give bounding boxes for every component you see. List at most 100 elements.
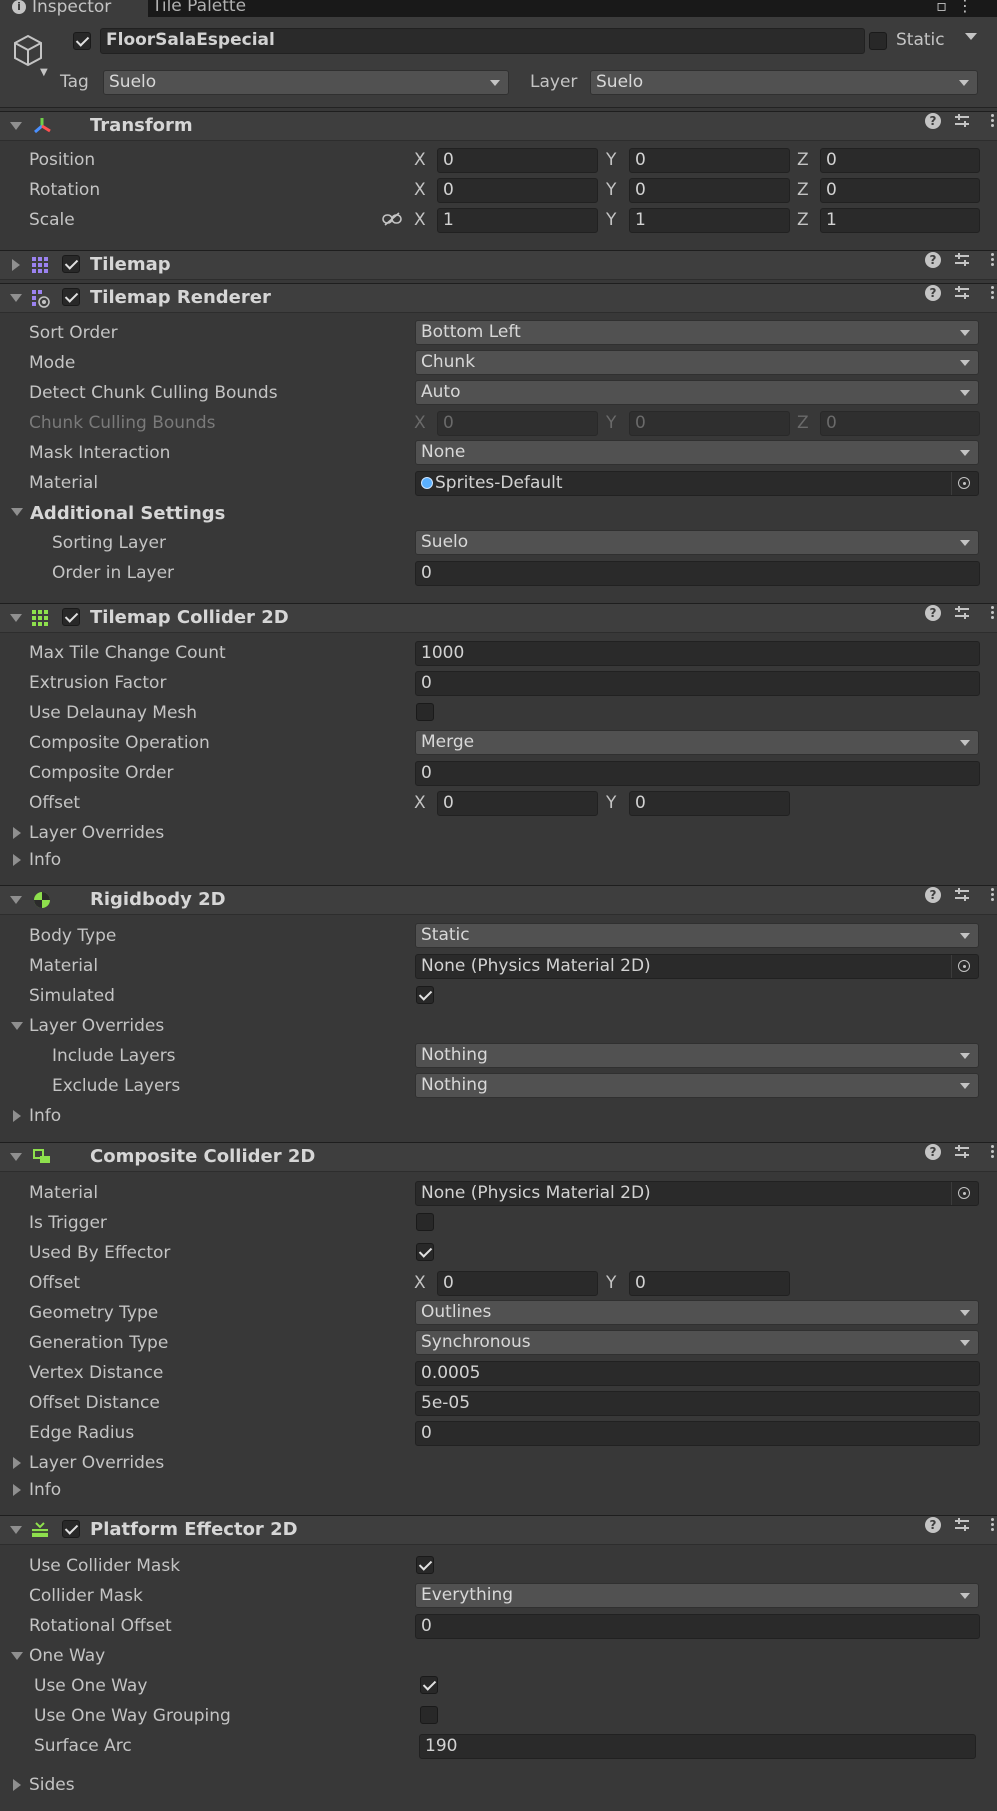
help-icon[interactable]: ? [925,113,941,129]
physics-material-object-field[interactable]: None (Physics Material 2D) [415,954,979,979]
use-collider-mask-checkbox[interactable] [416,1556,434,1574]
icon-dropdown-icon[interactable]: ▼ [40,67,48,78]
mode-dropdown[interactable]: Chunk [415,350,979,375]
help-icon[interactable]: ? [925,1144,941,1160]
geometry-type-dropdown[interactable]: Outlines [415,1300,979,1325]
context-menu-icon[interactable] [989,886,995,904]
include-layers-dropdown[interactable]: Nothing [415,1043,979,1068]
rotation-x-field[interactable]: 0 [437,178,598,203]
scale-y-field[interactable]: 1 [629,208,790,233]
tilemap-header[interactable]: Tilemap ? [0,250,997,280]
context-menu-icon[interactable] [989,1143,995,1161]
context-menu-icon[interactable] [989,1516,995,1534]
rotation-y-field[interactable]: 0 [629,178,790,203]
static-checkbox[interactable] [869,32,887,50]
platform-effector-header[interactable]: Platform Effector 2D ? [0,1515,997,1545]
foldout-arrow-icon[interactable] [13,854,21,866]
rotation-z-field[interactable]: 0 [820,178,980,203]
object-picker-icon[interactable] [951,472,978,495]
detect-chunk-culling-dropdown[interactable]: Auto [415,380,979,405]
use-one-way-checkbox[interactable] [420,1676,438,1694]
foldout-arrow-icon[interactable] [13,827,21,839]
layer-overrides-foldout[interactable]: Layer Overrides [29,1016,164,1036]
sides-foldout[interactable]: Sides [29,1775,75,1795]
layer-overrides-foldout[interactable]: Layer Overrides [29,823,164,843]
context-menu-icon[interactable] [989,284,995,302]
physics-material-object-field[interactable]: None (Physics Material 2D) [415,1181,979,1206]
rotational-offset-field[interactable]: 0 [415,1614,980,1639]
info-foldout[interactable]: Info [29,1480,61,1500]
foldout-arrow-icon[interactable] [10,614,22,622]
generation-type-dropdown[interactable]: Synchronous [415,1330,979,1355]
active-checkbox[interactable] [73,32,91,50]
foldout-arrow-icon[interactable] [13,1484,21,1496]
offset-x-field[interactable]: 0 [437,791,598,816]
foldout-arrow-icon[interactable] [10,1153,22,1161]
foldout-arrow-icon[interactable] [10,896,22,904]
presets-icon[interactable] [953,886,971,904]
foldout-arrow-icon[interactable] [13,1457,21,1469]
foldout-arrow-icon[interactable] [11,1652,23,1660]
foldout-arrow-icon[interactable] [11,508,23,516]
use-delaunay-checkbox[interactable] [416,703,434,721]
help-icon[interactable]: ? [925,887,941,903]
is-trigger-checkbox[interactable] [416,1213,434,1231]
context-menu-icon[interactable] [989,112,995,130]
position-y-field[interactable]: 0 [629,148,790,173]
foldout-arrow-icon[interactable] [13,1110,21,1122]
edge-radius-field[interactable]: 0 [415,1421,980,1446]
offset-y-field[interactable]: 0 [629,791,790,816]
object-picker-icon[interactable] [951,1182,978,1205]
scale-x-field[interactable]: 1 [437,208,598,233]
presets-icon[interactable] [953,1516,971,1534]
tab-inspector[interactable]: i Inspector [0,0,148,17]
foldout-arrow-icon[interactable] [11,1022,23,1030]
help-icon[interactable]: ? [925,1517,941,1533]
used-by-effector-checkbox[interactable] [416,1243,434,1261]
foldout-arrow-icon[interactable] [10,122,22,130]
vertex-distance-field[interactable]: 0.0005 [415,1361,980,1386]
tab-tile-palette[interactable]: Tile Palette [140,0,258,17]
foldout-arrow-icon[interactable] [10,1526,22,1534]
context-menu-icon[interactable] [989,251,995,269]
object-picker-icon[interactable] [951,955,978,978]
tilemap-renderer-header[interactable]: Tilemap Renderer ? [0,283,997,313]
order-in-layer-field[interactable]: 0 [415,561,980,586]
use-one-way-grouping-checkbox[interactable] [420,1706,438,1724]
tilemap-enabled-checkbox[interactable] [62,255,80,273]
context-menu-icon[interactable] [989,604,995,622]
simulated-checkbox[interactable] [416,986,434,1004]
offset-x-field[interactable]: 0 [437,1271,598,1296]
help-icon[interactable]: ? [925,285,941,301]
position-z-field[interactable]: 0 [820,148,980,173]
material-object-field[interactable]: Sprites-Default [415,471,979,496]
presets-icon[interactable] [953,1143,971,1161]
foldout-arrow-icon[interactable] [12,259,20,271]
tilemap-renderer-enabled-checkbox[interactable] [62,288,80,306]
help-icon[interactable]: ? [925,605,941,621]
composite-order-field[interactable]: 0 [415,761,980,786]
one-way-foldout[interactable]: One Way [29,1646,105,1666]
extrusion-factor-field[interactable]: 0 [415,671,980,696]
presets-icon[interactable] [953,284,971,302]
offset-y-field[interactable]: 0 [629,1271,790,1296]
offset-distance-field[interactable]: 5e-05 [415,1391,980,1416]
info-foldout[interactable]: Info [29,1106,61,1126]
body-type-dropdown[interactable]: Static [415,923,979,948]
static-dropdown-icon[interactable] [965,33,977,40]
tilemap-collider-header[interactable]: Tilemap Collider 2D ? [0,603,997,633]
rigidbody-header[interactable]: Rigidbody 2D ? [0,885,997,915]
layer-dropdown[interactable]: Suelo [590,70,978,95]
constrain-proportions-icon[interactable] [382,212,402,226]
gameobject-cube-icon[interactable] [10,33,46,69]
surface-arc-field[interactable]: 190 [419,1734,976,1759]
composite-collider-header[interactable]: Composite Collider 2D ? [0,1142,997,1172]
scale-z-field[interactable]: 1 [820,208,980,233]
foldout-arrow-icon[interactable] [10,294,22,302]
layer-overrides-foldout[interactable]: Layer Overrides [29,1453,164,1473]
composite-operation-dropdown[interactable]: Merge [415,730,979,755]
transform-header[interactable]: Transform ? [0,111,997,141]
tag-dropdown[interactable]: Suelo [103,70,509,95]
window-menu-icon[interactable]: ▫⋮ [936,0,983,15]
platform-effector-enabled-checkbox[interactable] [62,1520,80,1538]
